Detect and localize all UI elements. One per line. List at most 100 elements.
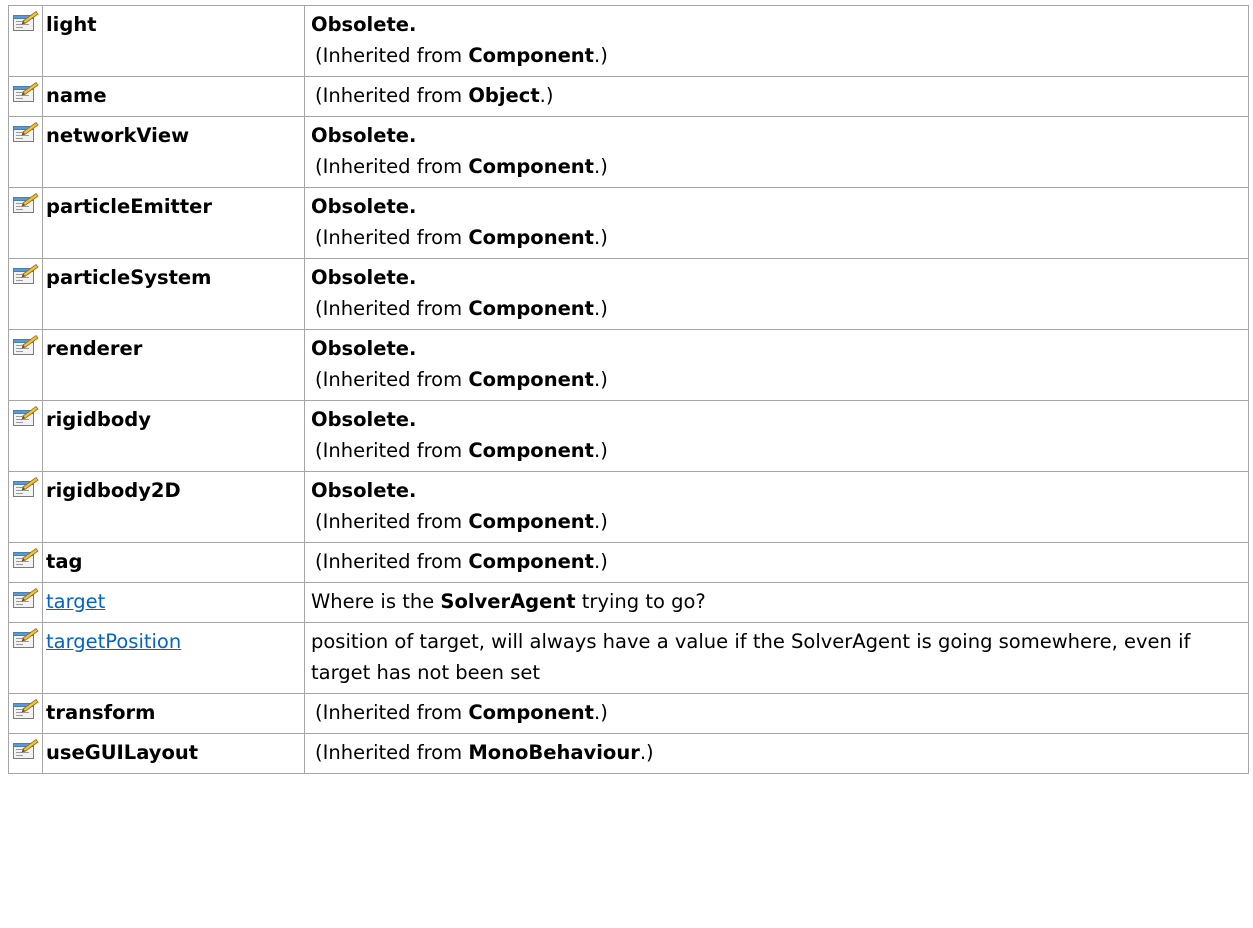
member-description: (Inherited from Component.) xyxy=(311,697,1238,728)
member-name-cell: target xyxy=(42,582,305,623)
property-icon xyxy=(12,121,42,143)
inherited-type: Component xyxy=(468,550,595,573)
member-name-cell: tag xyxy=(42,542,305,583)
member-description: (Inherited from Component.) xyxy=(311,293,1238,324)
inherited-type: Component xyxy=(468,368,595,391)
member-row: target Where is the SolverAgent trying to… xyxy=(8,582,1249,623)
description-suffix: .) xyxy=(594,297,608,320)
member-icon-cell xyxy=(8,400,43,472)
obsolete-label: Obsolete. xyxy=(311,124,417,147)
obsolete-label: Obsolete. xyxy=(311,195,417,218)
property-icon xyxy=(12,627,42,649)
member-icon-cell xyxy=(8,693,43,734)
description-suffix: .) xyxy=(594,510,608,533)
member-description-cell: position of target, will always have a v… xyxy=(304,622,1249,694)
member-description-cell: Obsolete. (Inherited from Component.) xyxy=(304,329,1249,401)
member-icon-cell xyxy=(8,329,43,401)
inherited-type: SolverAgent xyxy=(440,590,576,613)
obsolete-label: Obsolete. xyxy=(311,266,417,289)
member-row: rigidbody2D Obsolete. (Inherited from Comp… xyxy=(8,471,1249,543)
member-row: particleSystem Obsolete. (Inherited from C… xyxy=(8,258,1249,330)
member-name: name xyxy=(46,84,107,107)
obsolete-label: Obsolete. xyxy=(311,479,417,502)
members-table: light Obsolete. (Inherited from Component.… xyxy=(8,5,1249,774)
description-suffix: .) xyxy=(539,84,554,107)
property-icon xyxy=(12,476,42,498)
property-icon xyxy=(12,192,42,214)
member-name-link[interactable]: target xyxy=(46,590,105,613)
member-icon-cell xyxy=(8,582,43,623)
member-description: Where is the SolverAgent trying to go? xyxy=(311,586,1238,617)
property-icon xyxy=(12,738,42,760)
member-description: (Inherited from Component.) xyxy=(311,364,1238,395)
description-text: (Inherited from xyxy=(315,368,469,391)
member-row: rigidbody Obsolete. (Inherited from Compon… xyxy=(8,400,1249,472)
member-row: targetPosition position of target, will a… xyxy=(8,622,1249,694)
member-name-cell: particleEmitter xyxy=(42,187,305,259)
property-icon xyxy=(12,587,42,609)
member-name: useGUILayout xyxy=(46,741,199,764)
description-text: (Inherited from xyxy=(315,510,469,533)
description-text: (Inherited from xyxy=(315,226,469,249)
member-icon-cell xyxy=(8,76,43,117)
member-name: rigidbody xyxy=(46,408,151,431)
member-description-cell: Obsolete. (Inherited from Component.) xyxy=(304,471,1249,543)
member-description: (Inherited from Object.) xyxy=(311,80,1238,111)
inherited-type: Component xyxy=(468,226,595,249)
member-name: renderer xyxy=(46,337,143,360)
member-name: transform xyxy=(46,701,156,724)
member-row: particleEmitter Obsolete. (Inherited from … xyxy=(8,187,1249,259)
member-description: (Inherited from Component.) xyxy=(311,151,1238,182)
member-name-cell: useGUILayout xyxy=(42,733,305,774)
members-table-body: light Obsolete. (Inherited from Component.… xyxy=(8,5,1249,774)
property-icon xyxy=(12,547,42,569)
member-name-cell: rigidbody2D xyxy=(42,471,305,543)
member-description: (Inherited from MonoBehaviour.) xyxy=(311,737,1238,768)
member-description: (Inherited from Component.) xyxy=(311,506,1238,537)
inherited-type: Component xyxy=(468,510,595,533)
obsolete-label: Obsolete. xyxy=(311,13,417,36)
member-description-cell: Obsolete. (Inherited from Component.) xyxy=(304,187,1249,259)
inherited-type: Component xyxy=(468,701,595,724)
member-name: rigidbody2D xyxy=(46,479,181,502)
description-text: (Inherited from xyxy=(315,44,469,67)
member-name-cell: rigidbody xyxy=(42,400,305,472)
member-description-cell: Obsolete. (Inherited from Component.) xyxy=(304,258,1249,330)
property-icon xyxy=(12,405,42,427)
member-name-cell: light xyxy=(42,5,305,77)
property-icon xyxy=(12,698,42,720)
description-suffix: .) xyxy=(594,44,608,67)
member-description: (Inherited from Component.) xyxy=(311,40,1238,71)
member-name: particleEmitter xyxy=(46,195,213,218)
member-description-cell: Obsolete. (Inherited from Component.) xyxy=(304,400,1249,472)
member-description-cell: Where is the SolverAgent trying to go? xyxy=(304,582,1249,623)
member-icon-cell xyxy=(8,258,43,330)
description-text: (Inherited from xyxy=(315,701,469,724)
member-name-cell: renderer xyxy=(42,329,305,401)
member-name: networkView xyxy=(46,124,190,147)
description-text: (Inherited from xyxy=(315,297,469,320)
member-description-cell: (Inherited from MonoBehaviour.) xyxy=(304,733,1249,774)
description-suffix: trying to go? xyxy=(575,590,706,613)
obsolete-label: Obsolete. xyxy=(311,337,417,360)
member-icon-cell xyxy=(8,187,43,259)
member-row: useGUILayout (Inherited from MonoBehaviou… xyxy=(8,733,1249,774)
member-name-cell: particleSystem xyxy=(42,258,305,330)
description-text: (Inherited from xyxy=(315,439,469,462)
member-name: light xyxy=(46,13,97,36)
member-name-link[interactable]: targetPosition xyxy=(46,630,181,653)
inherited-type: MonoBehaviour xyxy=(468,741,640,764)
inherited-type: Component xyxy=(468,44,595,67)
member-icon-cell xyxy=(8,733,43,774)
description-text: (Inherited from xyxy=(315,155,469,178)
inherited-type: Object xyxy=(468,84,540,107)
member-description-cell: (Inherited from Component.) xyxy=(304,542,1249,583)
property-icon xyxy=(12,334,42,356)
member-row: tag (Inherited from Component.) xyxy=(8,542,1249,583)
property-icon xyxy=(12,263,42,285)
member-name: tag xyxy=(46,550,83,573)
property-icon xyxy=(12,10,42,32)
description-text: (Inherited from xyxy=(315,741,469,764)
description-suffix: .) xyxy=(594,368,608,391)
inherited-type: Component xyxy=(468,439,595,462)
